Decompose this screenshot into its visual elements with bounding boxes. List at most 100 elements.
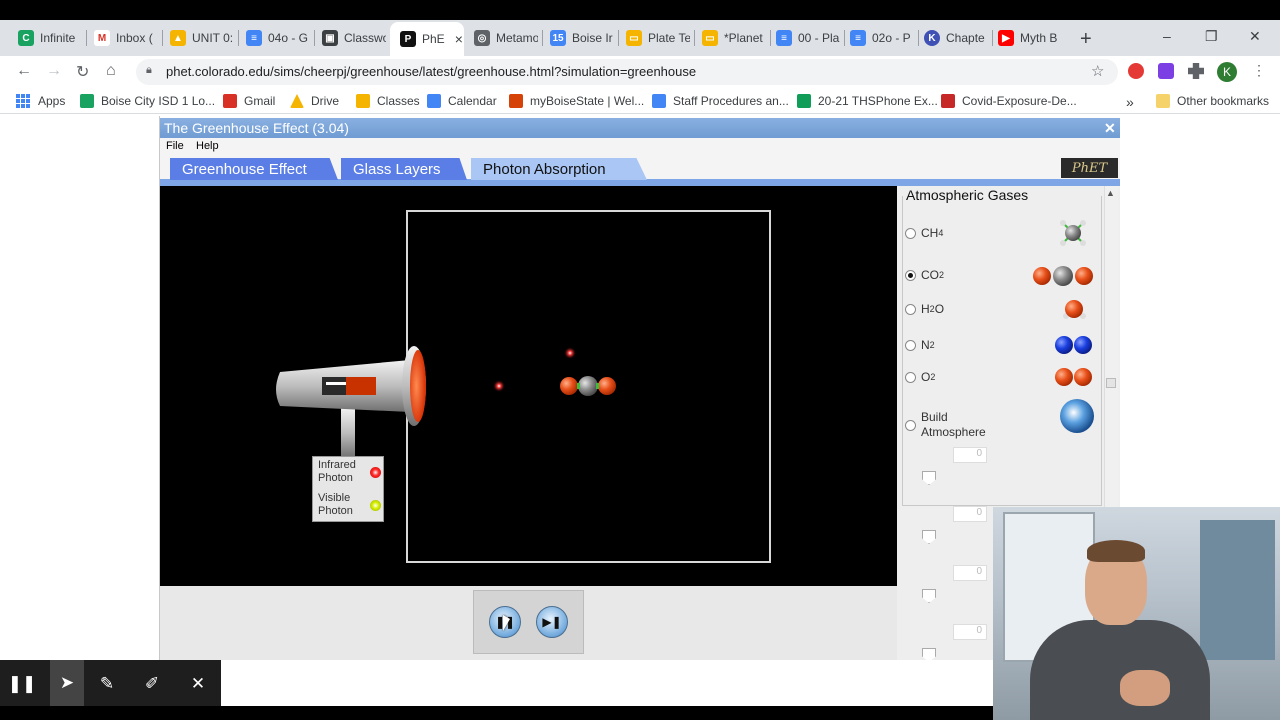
slider-value-field[interactable]: 0	[953, 624, 987, 640]
tab-label: Chapte	[946, 31, 985, 45]
radio-ch4[interactable]	[905, 227, 916, 239]
visible-photon-icon	[370, 500, 381, 511]
webcam-presenter-hair	[1087, 540, 1145, 562]
browser-tab-active[interactable]: P PhE ×	[390, 22, 464, 56]
tab-label: Inbox (	[116, 31, 153, 45]
gas-option-ch4[interactable]: CH 4	[905, 226, 943, 240]
bookmark-label: Gmail	[244, 94, 276, 108]
gas-label: N	[921, 338, 930, 352]
gas-option-h2o[interactable]: H2O	[905, 302, 944, 316]
gas-option-co2[interactable]: CO 2	[905, 268, 944, 282]
browser-tab[interactable]: ▲ UNIT 0:	[170, 26, 234, 50]
home-icon[interactable]: ⌂	[106, 62, 116, 80]
sim-close-icon[interactable]: ✕	[1104, 120, 1116, 137]
phet-icon: P	[400, 31, 416, 47]
extension-icon[interactable]	[1128, 63, 1144, 79]
bookmark-item[interactable]: Covid-Exposure-De...	[941, 94, 1077, 108]
google-docs-icon: ≡	[246, 30, 262, 46]
tab-photon-absorption[interactable]: Photon Absorption	[471, 158, 647, 180]
tab-greenhouse-effect[interactable]: Greenhouse Effect	[170, 158, 338, 180]
browser-tab[interactable]: ▣ Classwo	[322, 26, 386, 50]
bookmark-item[interactable]: myBoiseState | Wel...	[509, 94, 644, 108]
bookmark-item[interactable]: Calendar	[427, 94, 497, 108]
extension-icon[interactable]	[1158, 63, 1174, 79]
radio-n2[interactable]	[905, 339, 916, 351]
browser-tab[interactable]: C Infinite	[18, 26, 82, 50]
tab-close-icon[interactable]: ×	[455, 31, 463, 47]
url-text[interactable]: phet.colorado.edu/sims/cheerpj/greenhous…	[166, 64, 696, 79]
bookmark-item[interactable]: Gmail	[223, 94, 275, 108]
screen-bottom-bar	[0, 706, 993, 720]
radio-build-atmosphere[interactable]	[905, 419, 916, 431]
mouse-cursor-icon	[503, 615, 510, 631]
scroll-up-icon[interactable]: ▲	[1106, 188, 1115, 198]
bookmark-apps[interactable]: Apps	[16, 94, 65, 108]
browser-tab[interactable]: ▭ Plate Te	[626, 26, 690, 50]
slider-value-field[interactable]: 0	[953, 506, 987, 522]
gas-option-o2[interactable]: O2	[905, 370, 935, 384]
infrared-photon-label[interactable]: Infrared Photon	[318, 459, 356, 485]
bookmark-item[interactable]: Classes	[356, 94, 420, 108]
gas-option-build-atmosphere[interactable]: Build Atmosphere	[905, 410, 1001, 440]
radio-o2[interactable]	[905, 371, 916, 383]
forward-icon[interactable]: →	[46, 62, 62, 80]
slider-value-field[interactable]: 0	[953, 565, 987, 581]
close-icon[interactable]: ✕	[186, 672, 210, 696]
window-close-icon[interactable]: ✕	[1249, 28, 1261, 45]
more-menu-icon[interactable]: ⋮	[1252, 62, 1266, 79]
bookmark-label: Covid-Exposure-De...	[962, 94, 1077, 108]
restore-icon[interactable]: ❐	[1205, 28, 1218, 45]
pen-icon[interactable]: ✎	[95, 672, 119, 696]
sim-menubar	[160, 138, 1120, 156]
bookmark-star-icon[interactable]: ☆	[1091, 62, 1104, 80]
calendar-icon	[427, 94, 441, 108]
pause-icon[interactable]: ❚❚	[8, 672, 37, 696]
bookmark-label: 20-21 THSPhone Ex...	[818, 94, 938, 108]
browser-tab[interactable]: ▭ *Planet	[702, 26, 766, 50]
gas-label-suffix: O	[934, 302, 945, 316]
browser-tab[interactable]: 15 Boise Ir	[550, 26, 614, 50]
minimize-icon[interactable]: –	[1163, 28, 1171, 44]
menu-help[interactable]: Help	[196, 140, 219, 152]
webcam-presenter-shirt	[1030, 620, 1210, 720]
browser-tab[interactable]: ≡ 00 - Pla	[776, 26, 840, 50]
bookmark-item[interactable]: Drive	[290, 94, 339, 108]
visible-photon-label[interactable]: Visible Photon	[318, 492, 353, 518]
browser-tab[interactable]: ≡ 04o - G	[246, 26, 310, 50]
new-tab-button[interactable]: +	[1080, 28, 1092, 51]
gas-label: CH	[921, 226, 939, 240]
bookmark-label: Drive	[311, 94, 340, 108]
back-icon[interactable]: ←	[16, 62, 32, 80]
reload-icon[interactable]: ↻	[76, 62, 89, 82]
gas-option-n2[interactable]: N2	[905, 338, 935, 352]
tab-label: Boise Ir	[572, 31, 613, 45]
menu-file[interactable]: File	[166, 140, 184, 152]
radio-co2[interactable]	[905, 269, 916, 281]
youtube-icon: ▶	[998, 30, 1014, 46]
webcam-presenter-hands	[1120, 670, 1170, 706]
google-drive-icon: ▲	[170, 30, 186, 46]
bookmark-item[interactable]: 20-21 THSPhone Ex...	[797, 94, 938, 108]
slider-value-field[interactable]: 0	[953, 447, 987, 463]
bookmarks-overflow[interactable]: »	[1126, 94, 1134, 110]
apps-grid-icon	[16, 94, 30, 108]
cursor-icon[interactable]: ➤	[50, 660, 84, 706]
browser-tab[interactable]: ◎ Metamo	[474, 26, 538, 50]
browser-tab[interactable]: M Inbox (	[94, 26, 158, 50]
phet-logo[interactable]: PhET	[1061, 158, 1118, 178]
tab-label: 04o - G	[268, 31, 309, 45]
gas-label: O	[921, 370, 931, 384]
tab-glass-layers[interactable]: Glass Layers	[341, 158, 467, 180]
step-button[interactable]: ▶❚	[536, 606, 568, 638]
browser-tab[interactable]: K Chapte	[924, 26, 988, 50]
scroll-thumb[interactable]	[1106, 378, 1116, 388]
highlighter-icon[interactable]: ✐	[140, 672, 164, 696]
radio-h2o[interactable]	[905, 303, 916, 315]
other-bookmarks[interactable]: Other bookmarks	[1156, 94, 1269, 108]
bookmark-item[interactable]: Boise City ISD 1 Lo...	[80, 94, 215, 108]
bookmark-item[interactable]: Staff Procedures an...	[652, 94, 789, 108]
browser-tab[interactable]: ▶ Myth B	[998, 26, 1062, 50]
profile-avatar[interactable]: K	[1217, 62, 1237, 82]
browser-tab[interactable]: ≡ 02o - P	[850, 26, 914, 50]
gmail-icon	[223, 94, 237, 108]
